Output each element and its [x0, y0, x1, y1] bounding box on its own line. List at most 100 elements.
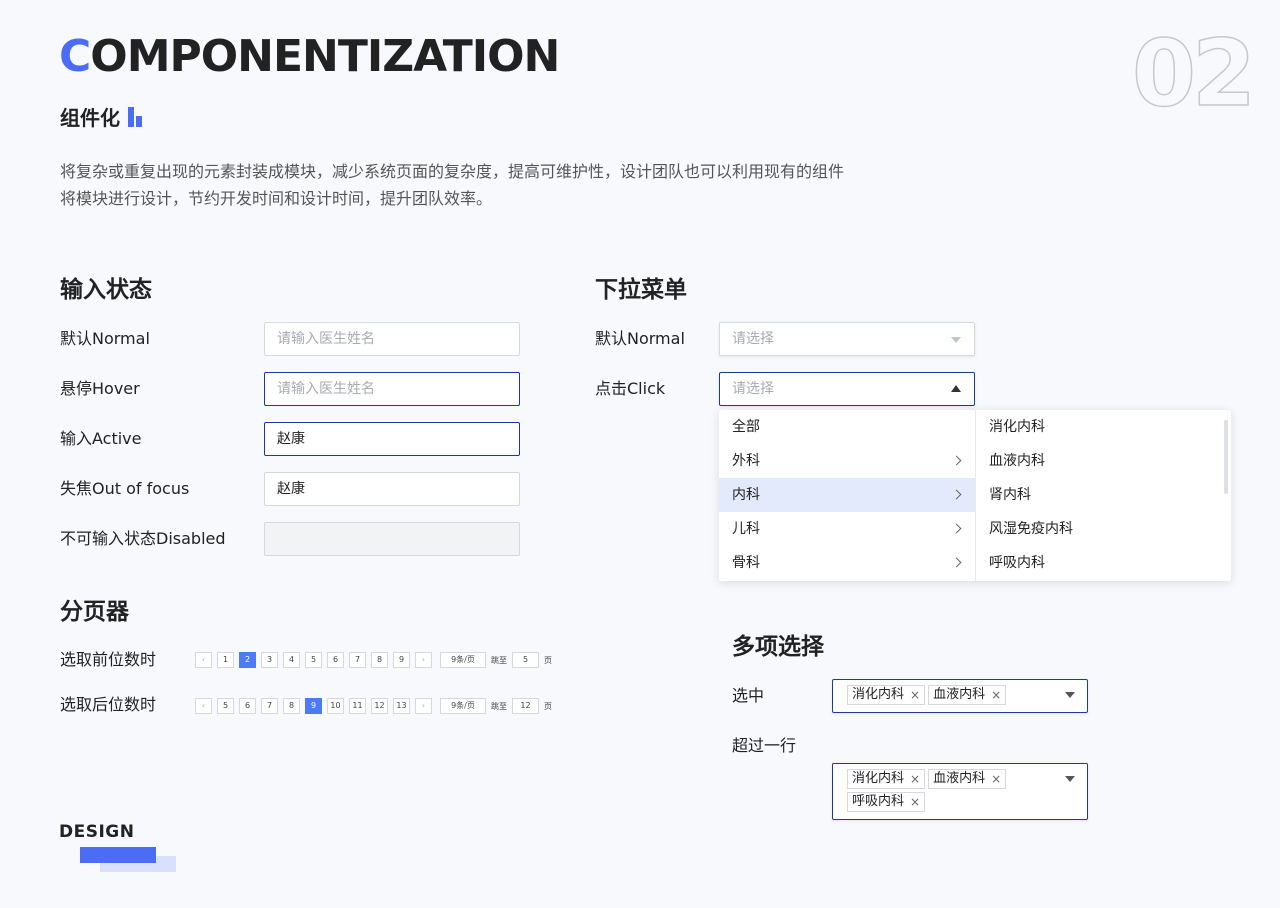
subtitle-text: 组件化 [60, 106, 120, 130]
option-label: 全部 [732, 419, 760, 435]
option-label: 骨科 [732, 555, 760, 571]
next-page-icon[interactable]: › [415, 698, 432, 714]
page-unit-label: 页 [544, 701, 552, 711]
page-title: COMPONENTIZATION [59, 30, 560, 84]
dropdown-normal-label: 默认Normal [595, 329, 685, 348]
tag: 呼吸内科 × [847, 792, 926, 812]
pagination-heading: 分页器 [60, 599, 129, 625]
page-button[interactable]: 11 [349, 698, 366, 714]
caret-down-icon [951, 337, 961, 343]
close-icon[interactable]: × [910, 793, 920, 811]
pager-1: ‹ 1 2 3 4 5 6 7 8 9 › 9条/页 跳至 5 页 [195, 652, 552, 668]
close-icon[interactable]: × [991, 770, 1001, 788]
input-states-heading: 输入状态 [60, 277, 152, 303]
input-hover-field[interactable]: 请输入医生姓名 [264, 372, 520, 406]
description-line-1: 将复杂或重复出现的元素封装成模块，减少系统页面的复杂度，提高可维护性，设计团队也… [60, 162, 845, 181]
tag: 血液内科 × [928, 769, 1007, 789]
dropdown-click-select[interactable]: 请选择 [719, 372, 975, 406]
page-button[interactable]: 10 [327, 698, 344, 714]
tag-label: 呼吸内科 [852, 794, 905, 809]
input-active-field[interactable]: 赵康 [264, 422, 520, 456]
dropdown-heading: 下拉菜单 [595, 277, 687, 303]
cascader-option[interactable]: 呼吸内科 [976, 546, 1231, 580]
title-first-letter: C [59, 31, 91, 82]
page-button[interactable]: 6 [239, 698, 256, 714]
page-button[interactable]: 8 [371, 652, 388, 668]
chevron-right-icon [951, 523, 962, 534]
page-size-select[interactable]: 9条/页 [440, 698, 486, 714]
goto-label: 跳至 [491, 701, 507, 711]
prev-page-icon[interactable]: ‹ [195, 652, 212, 668]
page-description: 将复杂或重复出现的元素封装成模块，减少系统页面的复杂度，提高可维护性，设计团队也… [60, 158, 960, 212]
cascader-option[interactable]: 骨科 [719, 546, 975, 580]
tag: 消化内科 × [847, 685, 926, 705]
description-line-2: 将模块进行设计，节约开发时间和设计时间，提升团队效率。 [60, 189, 493, 208]
page-button-current[interactable]: 9 [305, 698, 322, 714]
tag-label: 血液内科 [933, 687, 986, 702]
multi-select-selected[interactable]: 消化内科 × 血液内科 × [832, 679, 1088, 713]
goto-label: 跳至 [491, 655, 507, 665]
option-label: 内科 [732, 487, 760, 503]
tag: 血液内科 × [928, 685, 1007, 705]
section-number: 02 [1131, 20, 1257, 127]
page-button[interactable]: 4 [283, 652, 300, 668]
input-hover-label: 悬停Hover [60, 379, 140, 398]
chevron-right-icon [951, 455, 962, 466]
chevron-right-icon [951, 557, 962, 568]
subtitle-bar-icon [128, 106, 142, 127]
caret-down-icon [1065, 692, 1075, 698]
dropdown-normal-select[interactable]: 请选择 [719, 322, 975, 356]
multi-selected-label: 选中 [732, 686, 765, 705]
cascader-option[interactable]: 外科 [719, 444, 975, 478]
prev-page-icon[interactable]: ‹ [195, 698, 212, 714]
cascader-option[interactable]: 全部 [719, 410, 975, 444]
tag: 消化内科 × [847, 769, 926, 789]
page-size-select[interactable]: 9条/页 [440, 652, 486, 668]
next-page-icon[interactable]: › [415, 652, 432, 668]
page-button-current[interactable]: 2 [239, 652, 256, 668]
tag-list: 消化内科 × 血液内科 × [847, 685, 1047, 705]
input-disabled-field [264, 522, 520, 556]
cascader-option[interactable]: 消化内科 [976, 410, 1231, 444]
input-active-label: 输入Active [60, 429, 142, 448]
cascader-panel: 全部 外科 内科 儿科 骨科 消化内科 血液内科 肾内科 风湿免疫内科 呼吸内科 [719, 410, 1231, 581]
page-button[interactable]: 12 [371, 698, 388, 714]
page-button[interactable]: 1 [217, 652, 234, 668]
close-icon[interactable]: × [910, 770, 920, 788]
tag-list: 消化内科 × 血液内科 × 呼吸内科 × [847, 769, 1047, 812]
page-button[interactable]: 3 [261, 652, 278, 668]
cascader-option[interactable]: 肾内科 [976, 478, 1231, 512]
input-blur-field[interactable]: 赵康 [264, 472, 520, 506]
close-icon[interactable]: × [991, 686, 1001, 704]
page-button[interactable]: 8 [283, 698, 300, 714]
page-button[interactable]: 7 [349, 652, 366, 668]
page-button[interactable]: 9 [393, 652, 410, 668]
page-button[interactable]: 5 [305, 652, 322, 668]
goto-input[interactable]: 5 [512, 652, 539, 668]
page-button[interactable]: 7 [261, 698, 278, 714]
page-button[interactable]: 6 [327, 652, 344, 668]
page-subtitle: 组件化 [60, 102, 142, 131]
caret-down-icon [1065, 776, 1075, 782]
design-label: DESIGN [59, 822, 135, 842]
cascader-option[interactable]: 风湿免疫内科 [976, 512, 1231, 546]
dropdown-normal-placeholder: 请选择 [732, 331, 774, 347]
pager-2-label: 选取后位数时 [60, 695, 157, 714]
multi-select-heading: 多项选择 [732, 634, 824, 660]
multi-select-overflow[interactable]: 消化内科 × 血液内科 × 呼吸内科 × [832, 763, 1088, 820]
cascader-option[interactable]: 血液内科 [976, 444, 1231, 478]
cascader-option-selected[interactable]: 内科 [719, 478, 975, 512]
caret-up-icon [951, 385, 961, 392]
close-icon[interactable]: × [910, 686, 920, 704]
tag-label: 消化内科 [852, 687, 905, 702]
page-button[interactable]: 5 [217, 698, 234, 714]
scrollbar[interactable] [1224, 420, 1228, 494]
page-button[interactable]: 13 [393, 698, 410, 714]
input-normal-field[interactable]: 请输入医生姓名 [264, 322, 520, 356]
option-label: 儿科 [732, 521, 760, 537]
cascader-option[interactable]: 儿科 [719, 512, 975, 546]
cascader-level-2: 消化内科 血液内科 肾内科 风湿免疫内科 呼吸内科 [975, 410, 1231, 581]
dropdown-click-placeholder: 请选择 [732, 381, 774, 397]
goto-input[interactable]: 12 [512, 698, 539, 714]
pager-2: ‹ 5 6 7 8 9 10 11 12 13 › 9条/页 跳至 12 页 [195, 698, 552, 714]
